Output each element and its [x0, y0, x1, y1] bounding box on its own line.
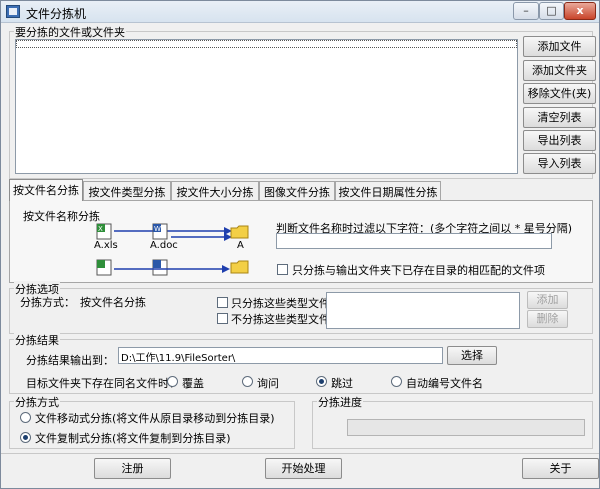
tab-by-date[interactable]: 按文件日期属性分拣	[335, 181, 441, 200]
progress-bar	[347, 419, 585, 436]
maximize-button[interactable]: □	[539, 2, 564, 20]
excel-file-icon: X	[96, 223, 114, 241]
folder-icon-2	[230, 259, 249, 277]
sort-method-label: 分拣方式：	[20, 296, 75, 309]
tab-by-type[interactable]: 按文件类型分拣	[83, 181, 171, 200]
about-button[interactable]: 关于	[522, 458, 599, 479]
move-mode-label: 文件移动式分拣(将文件从原目录移动到分拣目录)	[35, 412, 275, 425]
remove-button[interactable]: 移除文件(夹)	[523, 83, 596, 104]
auto-number-radio[interactable]	[391, 376, 402, 387]
add-file-button[interactable]: 添加文件	[523, 36, 596, 57]
clear-list-button[interactable]: 清空列表	[523, 107, 596, 128]
doc-file-icon: W	[152, 223, 170, 241]
excel-file-icon-2	[96, 259, 114, 277]
import-list-button[interactable]: 导入列表	[523, 153, 596, 174]
copy-mode-label: 文件复制式分拣(将文件复制到分拣目录)	[35, 432, 231, 445]
skip-radio[interactable]	[316, 376, 327, 387]
overwrite-radio[interactable]	[167, 376, 178, 387]
tab-by-size[interactable]: 按文件大小分拣	[171, 181, 259, 200]
only-types-checkbox[interactable]	[217, 297, 228, 308]
doc-file-name: A.doc	[150, 240, 178, 251]
file-list[interactable]	[15, 39, 518, 174]
svg-text:W: W	[154, 225, 161, 233]
footer-divider	[1, 453, 599, 454]
ask-radio[interactable]	[242, 376, 253, 387]
file-list-focus-row	[16, 40, 517, 48]
excel-file-name: A.xls	[94, 240, 118, 251]
result-group-label: 分拣结果	[14, 332, 60, 348]
folder-name: A	[237, 240, 244, 251]
tab-by-name[interactable]: 按文件名分拣	[9, 179, 83, 201]
output-label: 分拣结果输出到：	[26, 354, 114, 367]
move-mode-radio[interactable]	[20, 412, 31, 423]
conflict-label: 目标文件夹下存在同名文件时：	[26, 377, 180, 390]
existing-only-label: 只分拣与输出文件夹下已存在目录的相匹配的文件项	[292, 264, 545, 277]
filter-input[interactable]	[276, 233, 552, 249]
select-output-button[interactable]: 选择	[447, 346, 497, 365]
mode-group-label: 分拣方式	[14, 394, 60, 410]
add-type-button[interactable]: 添加	[527, 291, 568, 309]
window-title: 文件分拣机	[26, 7, 87, 21]
main-window: 文件分拣机 – □ x 要分拣的文件或文件夹 添加文件 添加文件夹 移除文件(夹…	[0, 0, 600, 489]
tab-panel: 按文件名称分拣 X A.xls W A.doc A 判断文件名称时过滤以下字符：…	[9, 200, 593, 283]
exclude-types-label: 不分拣这些类型文件：	[231, 313, 341, 326]
delete-type-button[interactable]: 删除	[527, 310, 568, 328]
output-path-input[interactable]: D:\工作\11.9\FileSorter\	[118, 347, 443, 364]
skip-label: 跳过	[331, 377, 353, 390]
ask-label: 询问	[257, 377, 279, 390]
svg-text:X: X	[98, 225, 103, 233]
minimize-button[interactable]: –	[513, 2, 539, 20]
file-list-group-label: 要分拣的文件或文件夹	[14, 24, 126, 40]
tab-image[interactable]: 图像文件分拣	[259, 181, 335, 200]
register-button[interactable]: 注册	[94, 458, 171, 479]
app-icon	[6, 5, 20, 18]
start-button[interactable]: 开始处理	[265, 458, 342, 479]
sort-illustration-2	[114, 265, 230, 273]
types-list[interactable]	[326, 292, 520, 329]
copy-mode-radio[interactable]	[20, 432, 31, 443]
export-list-button[interactable]: 导出列表	[523, 130, 596, 151]
add-folder-button[interactable]: 添加文件夹	[523, 60, 596, 81]
tab-panel-heading: 按文件名称分拣	[23, 210, 100, 223]
exclude-types-checkbox[interactable]	[217, 313, 228, 324]
progress-group-label: 分拣进度	[317, 394, 363, 410]
only-types-label: 只分拣这些类型文件：	[231, 297, 341, 310]
close-button[interactable]: x	[564, 2, 596, 20]
existing-only-checkbox[interactable]	[277, 264, 288, 275]
sort-method-value: 按文件名分拣	[80, 296, 146, 309]
overwrite-label: 覆盖	[182, 377, 204, 390]
auto-number-label: 自动编号文件名	[406, 377, 483, 390]
title-bar[interactable]: 文件分拣机 – □ x	[1, 1, 599, 23]
